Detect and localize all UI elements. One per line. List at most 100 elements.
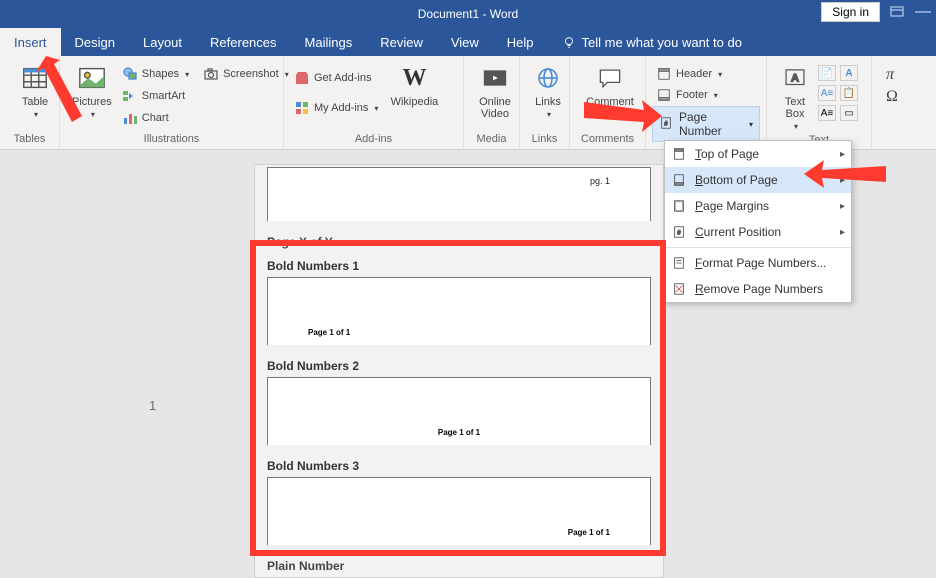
page-number-gallery: pg. 1 Page X of Y Bold Numbers 1 Page 1 … <box>254 164 664 578</box>
sign-in-button[interactable]: Sign in <box>821 2 880 22</box>
gallery-bold3-preview[interactable]: Page 1 of 1 <box>267 477 651 545</box>
page-number-display: 1 <box>149 398 156 413</box>
gallery-bold1-preview[interactable]: Page 1 of 1 <box>267 277 651 345</box>
tab-layout[interactable]: Layout <box>129 28 196 56</box>
page-number-button[interactable]: # Page Number▾ <box>652 106 760 142</box>
submenu-caret-icon: ▸ <box>840 227 845 238</box>
remove-icon <box>671 281 687 297</box>
lightbulb-icon <box>562 35 576 49</box>
window-title: Document1 - Word <box>418 7 518 21</box>
dd-current-label: urrent Position <box>704 225 781 239</box>
group-tables-label: Tables <box>6 133 53 147</box>
tab-view[interactable]: View <box>437 28 493 56</box>
format-icon <box>671 255 687 271</box>
quick-parts-icon[interactable]: 📄 <box>818 65 836 81</box>
submenu-caret-icon: ▸ <box>840 201 845 212</box>
tab-insert[interactable]: Insert <box>0 28 61 56</box>
chart-icon <box>122 110 138 126</box>
addins-icon <box>294 100 310 116</box>
get-addins-label: Get Add-ins <box>314 72 371 84</box>
minimize-icon[interactable]: — <box>914 3 932 21</box>
preview-bold2-text: Page 1 of 1 <box>438 428 480 437</box>
dd-current-position[interactable]: # Current Position ▸ <box>665 219 851 245</box>
comment-button[interactable]: Comment <box>576 60 644 110</box>
shapes-button[interactable]: Shapes▾ <box>118 64 193 84</box>
table-icon <box>19 62 51 94</box>
dropcap-icon[interactable]: A≡ <box>818 85 836 101</box>
my-addins-button[interactable]: My Add-ins▾ <box>290 98 382 118</box>
comment-label: Comment <box>586 96 634 108</box>
submenu-caret-icon: ▸ <box>840 149 845 160</box>
my-addins-label: My Add-ins <box>314 102 368 114</box>
online-video-label: Online Video <box>476 96 514 120</box>
date-icon[interactable]: A≡ <box>818 105 836 121</box>
preview-bold1-text: Page 1 of 1 <box>308 328 350 337</box>
dd-bottom-label: ottom of Page <box>703 173 778 187</box>
page-number-label: Page Number <box>679 110 741 138</box>
smartart-icon <box>122 88 138 104</box>
gallery-bold2-label: Bold Numbers 2 <box>255 353 663 375</box>
svg-text:#: # <box>664 120 668 127</box>
chart-button[interactable]: Chart <box>118 108 193 128</box>
dd-remove-label: emove Page Numbers <box>704 282 823 296</box>
svg-text:A: A <box>791 72 799 84</box>
footer-label: Footer <box>676 89 708 101</box>
margins-icon <box>671 198 687 214</box>
gallery-category-pagexofy: Page X of Y <box>255 229 663 253</box>
textbox-label: Text Box <box>785 96 805 120</box>
tab-references[interactable]: References <box>196 28 290 56</box>
gallery-category-plain: Plain Number <box>255 553 663 577</box>
tab-mailings[interactable]: Mailings <box>291 28 367 56</box>
tell-me-search[interactable]: Tell me what you want to do <box>548 28 742 56</box>
links-button[interactable]: Links▾ <box>526 60 570 122</box>
textbox-icon: A <box>779 62 811 94</box>
table-label: Table <box>22 96 48 108</box>
chart-label: Chart <box>142 112 169 124</box>
tab-review[interactable]: Review <box>366 28 437 56</box>
tab-design[interactable]: Design <box>61 28 129 56</box>
bottom-page-icon <box>671 172 687 188</box>
preview-pg1: pg. 1 <box>590 176 610 186</box>
pictures-button[interactable]: Pictures▾ <box>66 60 118 122</box>
header-button[interactable]: Header▾ <box>652 64 760 84</box>
screenshot-label: Screenshot <box>223 68 279 80</box>
online-video-button[interactable]: Online Video <box>470 60 520 122</box>
submenu-caret-icon: ▸ <box>840 175 845 186</box>
dd-format-page-numbers[interactable]: Format Page Numbers... <box>665 250 851 276</box>
footer-icon <box>656 87 672 103</box>
symbol-button[interactable]: Ω <box>886 88 894 106</box>
ribbon-display-icon[interactable] <box>888 3 906 21</box>
dd-top-label: op of Page <box>701 147 759 161</box>
get-addins-button[interactable]: Get Add-ins <box>290 68 382 88</box>
wikipedia-label: Wikipedia <box>391 96 439 108</box>
object-icon[interactable]: ▭ <box>840 105 858 121</box>
dd-remove-page-numbers[interactable]: Remove Page Numbers <box>665 276 851 302</box>
wikipedia-button[interactable]: W Wikipedia <box>382 60 446 110</box>
dd-bottom-of-page[interactable]: Bottom of Page ▸ <box>665 167 851 193</box>
gallery-bold3-label: Bold Numbers 3 <box>255 453 663 475</box>
smartart-label: SmartArt <box>142 90 185 102</box>
signature-icon[interactable]: 📋 <box>840 85 858 101</box>
screenshot-button[interactable]: Screenshot▾ <box>199 64 293 84</box>
equation-button[interactable]: π <box>886 66 894 84</box>
smartart-button[interactable]: SmartArt <box>118 86 193 106</box>
table-button[interactable]: Table▾ <box>6 60 64 122</box>
textbox-button[interactable]: A Text Box▾ <box>773 60 817 134</box>
wordart-icon[interactable]: A <box>840 65 858 81</box>
wikipedia-icon: W <box>398 62 430 94</box>
header-label: Header <box>676 68 712 80</box>
gallery-preview-top[interactable]: pg. 1 <box>267 167 651 221</box>
svg-text:#: # <box>677 230 681 237</box>
current-pos-icon: # <box>671 224 687 240</box>
pictures-icon <box>76 62 108 94</box>
tab-help[interactable]: Help <box>493 28 548 56</box>
group-links-label: Links <box>526 133 563 147</box>
dd-page-margins[interactable]: Page Margins ▸ <box>665 193 851 219</box>
group-addins-label: Add-ins <box>290 133 457 147</box>
dd-top-of-page[interactable]: Top of Page ▸ <box>665 141 851 167</box>
group-illustrations-label: Illustrations <box>66 133 277 147</box>
preview-bold3-text: Page 1 of 1 <box>568 528 610 537</box>
store-icon <box>294 70 310 86</box>
footer-button[interactable]: Footer▾ <box>652 85 760 105</box>
gallery-bold2-preview[interactable]: Page 1 of 1 <box>267 377 651 445</box>
